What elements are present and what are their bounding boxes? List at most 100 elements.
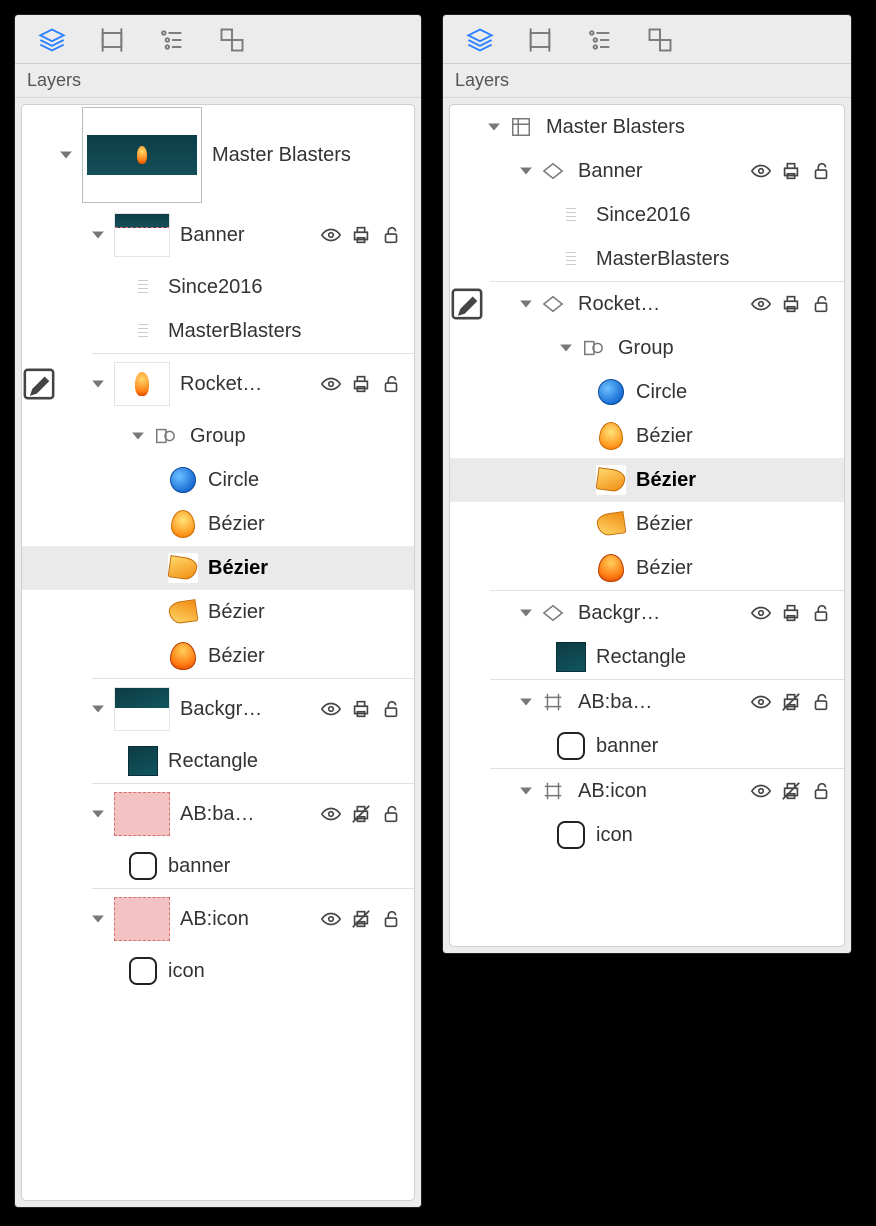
lock-toggle[interactable] bbox=[380, 908, 402, 930]
print-toggle[interactable] bbox=[780, 293, 802, 315]
layer-label[interactable]: AB:ba… bbox=[180, 803, 320, 826]
outline-icon[interactable] bbox=[585, 25, 615, 55]
layer-label[interactable]: Group bbox=[190, 425, 408, 448]
layer-row-masterblasters[interactable]: MasterBlasters bbox=[450, 237, 844, 281]
lock-toggle[interactable] bbox=[380, 373, 402, 395]
layer-label[interactable]: banner bbox=[168, 855, 408, 878]
print-disabled-toggle[interactable] bbox=[780, 691, 802, 713]
visibility-toggle[interactable] bbox=[750, 160, 772, 182]
layer-label[interactable]: AB:icon bbox=[578, 780, 750, 803]
components-icon[interactable] bbox=[645, 25, 675, 55]
editing-indicator-icon[interactable] bbox=[450, 287, 484, 321]
lock-toggle[interactable] bbox=[380, 803, 402, 825]
layer-row-banner-slice[interactable]: banner bbox=[22, 844, 414, 888]
layer-label[interactable]: Rocket… bbox=[578, 293, 750, 316]
print-toggle[interactable] bbox=[780, 602, 802, 624]
print-disabled-toggle[interactable] bbox=[350, 803, 372, 825]
visibility-toggle[interactable] bbox=[750, 602, 772, 624]
layer-row-backgr[interactable]: Backgr… bbox=[22, 679, 414, 739]
layer-row-circle[interactable]: Circle bbox=[22, 458, 414, 502]
layer-row-icon-slice[interactable]: icon bbox=[22, 949, 414, 993]
layer-row-banner[interactable]: Banner bbox=[22, 205, 414, 265]
layer-label[interactable]: MasterBlasters bbox=[168, 320, 408, 343]
layer-label[interactable]: AB:icon bbox=[180, 908, 320, 931]
layer-row-rectangle[interactable]: Rectangle bbox=[450, 635, 844, 679]
editing-indicator-icon[interactable] bbox=[22, 367, 56, 401]
layer-label[interactable]: Bézier bbox=[208, 645, 408, 668]
layer-label[interactable]: AB:ba… bbox=[578, 691, 750, 714]
layer-row-group[interactable]: Group bbox=[450, 326, 844, 370]
layer-row-bezier3[interactable]: Bézier bbox=[450, 502, 844, 546]
layer-label[interactable]: Bézier bbox=[208, 601, 408, 624]
artboard-icon[interactable] bbox=[525, 25, 555, 55]
layer-row-abba[interactable]: AB:ba… bbox=[450, 680, 844, 724]
layer-row-bezier4[interactable]: Bézier bbox=[22, 634, 414, 678]
layer-label[interactable]: Bézier bbox=[636, 469, 838, 492]
print-disabled-toggle[interactable] bbox=[350, 908, 372, 930]
layer-row-rectangle[interactable]: Rectangle bbox=[22, 739, 414, 783]
layer-row-abicon[interactable]: AB:icon bbox=[450, 769, 844, 813]
visibility-toggle[interactable] bbox=[750, 293, 772, 315]
visibility-toggle[interactable] bbox=[320, 698, 342, 720]
disclosure-triangle-icon[interactable] bbox=[556, 338, 576, 358]
layer-label[interactable]: Backgr… bbox=[578, 602, 750, 625]
artboard-icon[interactable] bbox=[97, 25, 127, 55]
disclosure-triangle-icon[interactable] bbox=[88, 699, 108, 719]
print-toggle[interactable] bbox=[780, 160, 802, 182]
disclosure-triangle-icon[interactable] bbox=[88, 804, 108, 824]
layer-label[interactable]: Rectangle bbox=[168, 750, 408, 773]
layers-icon[interactable] bbox=[37, 25, 67, 55]
layer-row-bezier2[interactable]: Bézier bbox=[450, 458, 844, 502]
disclosure-triangle-icon[interactable] bbox=[128, 426, 148, 446]
layer-row-since2016[interactable]: Since2016 bbox=[22, 265, 414, 309]
disclosure-triangle-icon[interactable] bbox=[516, 692, 536, 712]
print-disabled-toggle[interactable] bbox=[780, 780, 802, 802]
layer-row-since2016[interactable]: Since2016 bbox=[450, 193, 844, 237]
disclosure-triangle-icon[interactable] bbox=[56, 145, 76, 165]
layer-row-abba[interactable]: AB:ba… bbox=[22, 784, 414, 844]
visibility-toggle[interactable] bbox=[750, 691, 772, 713]
disclosure-triangle-icon[interactable] bbox=[88, 909, 108, 929]
layer-row-banner-slice[interactable]: banner bbox=[450, 724, 844, 768]
layer-label[interactable]: Circle bbox=[208, 469, 408, 492]
layer-label[interactable]: Banner bbox=[180, 224, 320, 247]
layer-row-group[interactable]: Group bbox=[22, 414, 414, 458]
lock-toggle[interactable] bbox=[810, 293, 832, 315]
layer-label[interactable]: Since2016 bbox=[168, 276, 408, 299]
print-toggle[interactable] bbox=[350, 224, 372, 246]
layer-row-rocket[interactable]: Rocket… bbox=[450, 282, 844, 326]
layer-label[interactable]: Since2016 bbox=[596, 204, 838, 227]
layer-label[interactable]: Group bbox=[618, 337, 838, 360]
disclosure-triangle-icon[interactable] bbox=[516, 294, 536, 314]
layer-label[interactable]: Bézier bbox=[636, 557, 838, 580]
layer-row-master[interactable]: Master Blasters bbox=[22, 105, 414, 205]
layer-label[interactable]: Bézier bbox=[208, 513, 408, 536]
layer-row-icon-slice[interactable]: icon bbox=[450, 813, 844, 857]
print-toggle[interactable] bbox=[350, 373, 372, 395]
lock-toggle[interactable] bbox=[810, 780, 832, 802]
disclosure-triangle-icon[interactable] bbox=[88, 374, 108, 394]
visibility-toggle[interactable] bbox=[320, 373, 342, 395]
layer-label[interactable]: Rectangle bbox=[596, 646, 838, 669]
layer-label[interactable]: banner bbox=[596, 735, 838, 758]
layers-list[interactable]: Master BlastersBannerSince2016MasterBlas… bbox=[449, 104, 845, 947]
disclosure-triangle-icon[interactable] bbox=[484, 117, 504, 137]
lock-toggle[interactable] bbox=[380, 224, 402, 246]
disclosure-triangle-icon[interactable] bbox=[516, 161, 536, 181]
layer-row-bezier4[interactable]: Bézier bbox=[450, 546, 844, 590]
lock-toggle[interactable] bbox=[810, 691, 832, 713]
layer-row-bezier3[interactable]: Bézier bbox=[22, 590, 414, 634]
layer-row-bezier1[interactable]: Bézier bbox=[450, 414, 844, 458]
visibility-toggle[interactable] bbox=[750, 780, 772, 802]
lock-toggle[interactable] bbox=[380, 698, 402, 720]
layer-row-masterblasters[interactable]: MasterBlasters bbox=[22, 309, 414, 353]
components-icon[interactable] bbox=[217, 25, 247, 55]
outline-icon[interactable] bbox=[157, 25, 187, 55]
layer-label[interactable]: icon bbox=[168, 960, 408, 983]
layer-label[interactable]: MasterBlasters bbox=[596, 248, 838, 271]
layer-row-bezier1[interactable]: Bézier bbox=[22, 502, 414, 546]
layer-row-backgr[interactable]: Backgr… bbox=[450, 591, 844, 635]
disclosure-triangle-icon[interactable] bbox=[516, 781, 536, 801]
layers-icon[interactable] bbox=[465, 25, 495, 55]
lock-toggle[interactable] bbox=[810, 602, 832, 624]
